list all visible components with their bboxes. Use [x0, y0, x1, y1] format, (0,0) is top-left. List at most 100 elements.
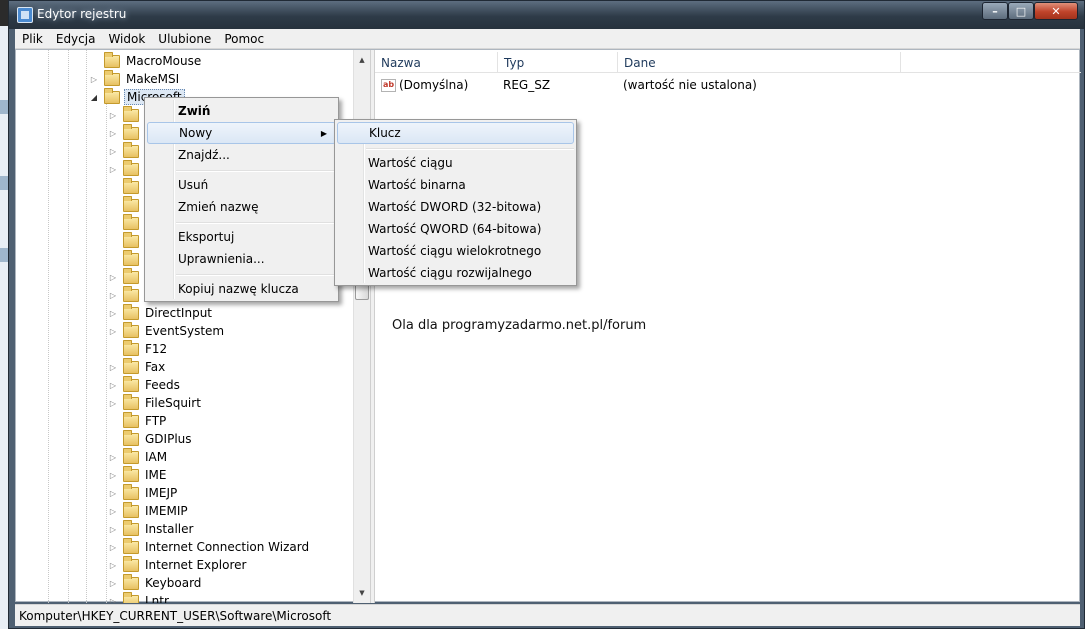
expand-arrow-icon[interactable]: ▷	[107, 559, 119, 571]
folder-icon	[123, 105, 139, 122]
tree-item[interactable]: ▷ Internet Explorer	[107, 555, 248, 574]
menu-item-usun[interactable]: Usuń	[147, 174, 336, 196]
tree-item[interactable]: ▷ IME	[107, 465, 168, 484]
expand-arrow-icon[interactable]: ▷	[88, 73, 100, 85]
expand-arrow-icon[interactable]: ▷	[107, 379, 119, 391]
expand-arrow-icon[interactable]: ▷	[107, 541, 119, 553]
folder-icon	[104, 51, 120, 68]
column-dane[interactable]: Dane	[618, 52, 901, 73]
expand-arrow-icon[interactable]: ▷	[107, 127, 119, 139]
submenu-item-klucz[interactable]: Klucz	[337, 122, 574, 144]
expand-arrow-icon[interactable]	[107, 253, 119, 265]
expand-arrow-icon[interactable]: ▷	[107, 577, 119, 589]
menu-item-nowy[interactable]: Nowy ▶	[147, 122, 336, 144]
tree-item[interactable]: ▷ IMEJP	[107, 483, 179, 502]
tree-item[interactable]: ▷ Installer	[107, 519, 195, 538]
expand-arrow-icon[interactable]: ▷	[107, 523, 119, 535]
tree-item-label: EventSystem	[145, 324, 225, 338]
tree-item[interactable]: ▷ DirectInput	[107, 303, 214, 322]
expand-arrow-icon[interactable]: ▷	[107, 271, 119, 283]
folder-icon	[123, 429, 139, 446]
tree-item-label: FileSquirt	[145, 396, 201, 410]
expand-arrow-icon[interactable]: ▷	[107, 451, 119, 463]
menu-item-znajdz[interactable]: Znajdź...	[147, 144, 336, 166]
submenu-item-qword[interactable]: Wartość QWORD (64-bitowa)	[337, 218, 574, 240]
tree-item-makemsi[interactable]: ▷ MakeMSI	[88, 69, 181, 88]
tree-item-label: Internet Connection Wizard	[145, 540, 310, 554]
menu-pomoc[interactable]: Pomoc	[217, 32, 270, 46]
tree-item[interactable]: ▷ Internet Connection Wizard	[107, 537, 311, 556]
expand-arrow-icon[interactable]	[107, 181, 119, 193]
tree-item[interactable]: ▷ EventSystem	[107, 321, 226, 340]
folder-icon	[123, 213, 139, 230]
expand-arrow-icon[interactable]: ▷	[107, 307, 119, 319]
collapse-arrow-icon[interactable]: ◢	[88, 91, 100, 103]
expand-arrow-icon[interactable]	[107, 199, 119, 211]
expand-arrow-icon[interactable]	[107, 235, 119, 247]
expand-arrow-icon[interactable]: ▷	[107, 487, 119, 499]
expand-arrow-icon[interactable]	[107, 433, 119, 445]
folder-icon	[123, 555, 139, 572]
submenu-item-wartosc-ciagu[interactable]: Wartość ciągu	[337, 152, 574, 174]
list-row-default[interactable]: ab (Domyślna) REG_SZ (wartość nie ustalo…	[375, 76, 757, 94]
expand-arrow-icon[interactable]: ▷	[107, 145, 119, 157]
scroll-down-arrow-icon[interactable]: ▼	[354, 585, 370, 601]
scroll-up-arrow-icon[interactable]: ▲	[354, 52, 370, 68]
tree-item[interactable]: ▷ IAM	[107, 447, 169, 466]
context-menu: Zwiń Nowy ▶ Znajdź... Usuń Zmień nazwę E…	[144, 97, 339, 302]
expand-arrow-icon[interactable]	[107, 415, 119, 427]
column-typ[interactable]: Typ	[498, 52, 618, 73]
minimize-button[interactable]: –	[982, 2, 1008, 20]
tree-item[interactable]: ▷ Feeds	[107, 375, 182, 394]
folder-icon	[123, 591, 139, 603]
menu-item-zmien-nazwe[interactable]: Zmień nazwę	[147, 196, 336, 218]
menu-item-kopiuj-nazwe[interactable]: Kopiuj nazwę klucza	[147, 278, 336, 300]
expand-arrow-icon[interactable]	[107, 343, 119, 355]
submenu-item-dword[interactable]: Wartość DWORD (32-bitowa)	[337, 196, 574, 218]
close-button[interactable]: ✕	[1034, 2, 1078, 20]
expand-arrow-icon[interactable]: ▷	[107, 505, 119, 517]
menu-ulubione[interactable]: Ulubione	[151, 32, 217, 46]
submenu-item-wartosc-binarna[interactable]: Wartość binarna	[337, 174, 574, 196]
menu-item-eksportuj[interactable]: Eksportuj	[147, 226, 336, 248]
expand-arrow-icon[interactable]: ▷	[107, 469, 119, 481]
expand-arrow-icon[interactable]: ▷	[107, 289, 119, 301]
menu-plik[interactable]: Plik	[15, 32, 49, 46]
tree-item[interactable]: FTP	[107, 411, 168, 430]
tree-item[interactable]: ▷ Lntr	[107, 591, 171, 604]
expand-arrow-icon[interactable]: ▷	[107, 109, 119, 121]
tree-item-macromouse[interactable]: MacroMouse	[88, 51, 203, 70]
expander-icon[interactable]	[88, 55, 100, 67]
folder-icon	[123, 357, 139, 374]
tree-item[interactable]: GDIPlus	[107, 429, 194, 448]
expand-arrow-icon[interactable]: ▷	[107, 361, 119, 373]
maximize-button[interactable]: □	[1008, 2, 1034, 20]
expand-arrow-icon[interactable]	[107, 217, 119, 229]
column-nazwa[interactable]: Nazwa	[375, 52, 498, 73]
tree-item[interactable]: F12	[107, 339, 169, 358]
folder-icon	[123, 519, 139, 536]
tree-item-label: IMEMIP	[145, 504, 188, 518]
submenu-item-multi-string[interactable]: Wartość ciągu wielokrotnego	[337, 240, 574, 262]
expand-arrow-icon[interactable]: ▷	[107, 397, 119, 409]
submenu-item-expandable-string[interactable]: Wartość ciągu rozwijalnego	[337, 262, 574, 284]
expand-arrow-icon[interactable]: ▷	[107, 595, 119, 604]
menu-item-nowy-label: Nowy	[179, 126, 213, 140]
menu-item-uprawnienia[interactable]: Uprawnienia...	[147, 248, 336, 270]
tree-item[interactable]: ▷ IMEMIP	[107, 501, 190, 520]
expand-arrow-icon[interactable]: ▷	[107, 325, 119, 337]
tree-item[interactable]: ▷ Fax	[107, 357, 167, 376]
expand-arrow-icon[interactable]: ▷	[107, 163, 119, 175]
forum-note: Ola dla programyzadarmo.net.pl/forum	[392, 318, 647, 333]
menu-item-zwin[interactable]: Zwiń	[147, 100, 336, 122]
folder-icon	[123, 321, 139, 338]
menu-edycja[interactable]: Edycja	[49, 32, 102, 46]
menu-bar: Plik Edycja Widok Ulubione Pomoc	[15, 29, 1080, 49]
tree-item-label: Keyboard	[145, 576, 202, 590]
folder-icon	[123, 375, 139, 392]
tree-item-label: Lntr	[145, 594, 169, 603]
tree-item[interactable]: ▷ Keyboard	[107, 573, 203, 592]
tree-item[interactable]: ▷ FileSquirt	[107, 393, 203, 412]
title-bar[interactable]: Edytor rejestru – □ ✕	[9, 1, 1084, 29]
menu-widok[interactable]: Widok	[101, 32, 151, 46]
